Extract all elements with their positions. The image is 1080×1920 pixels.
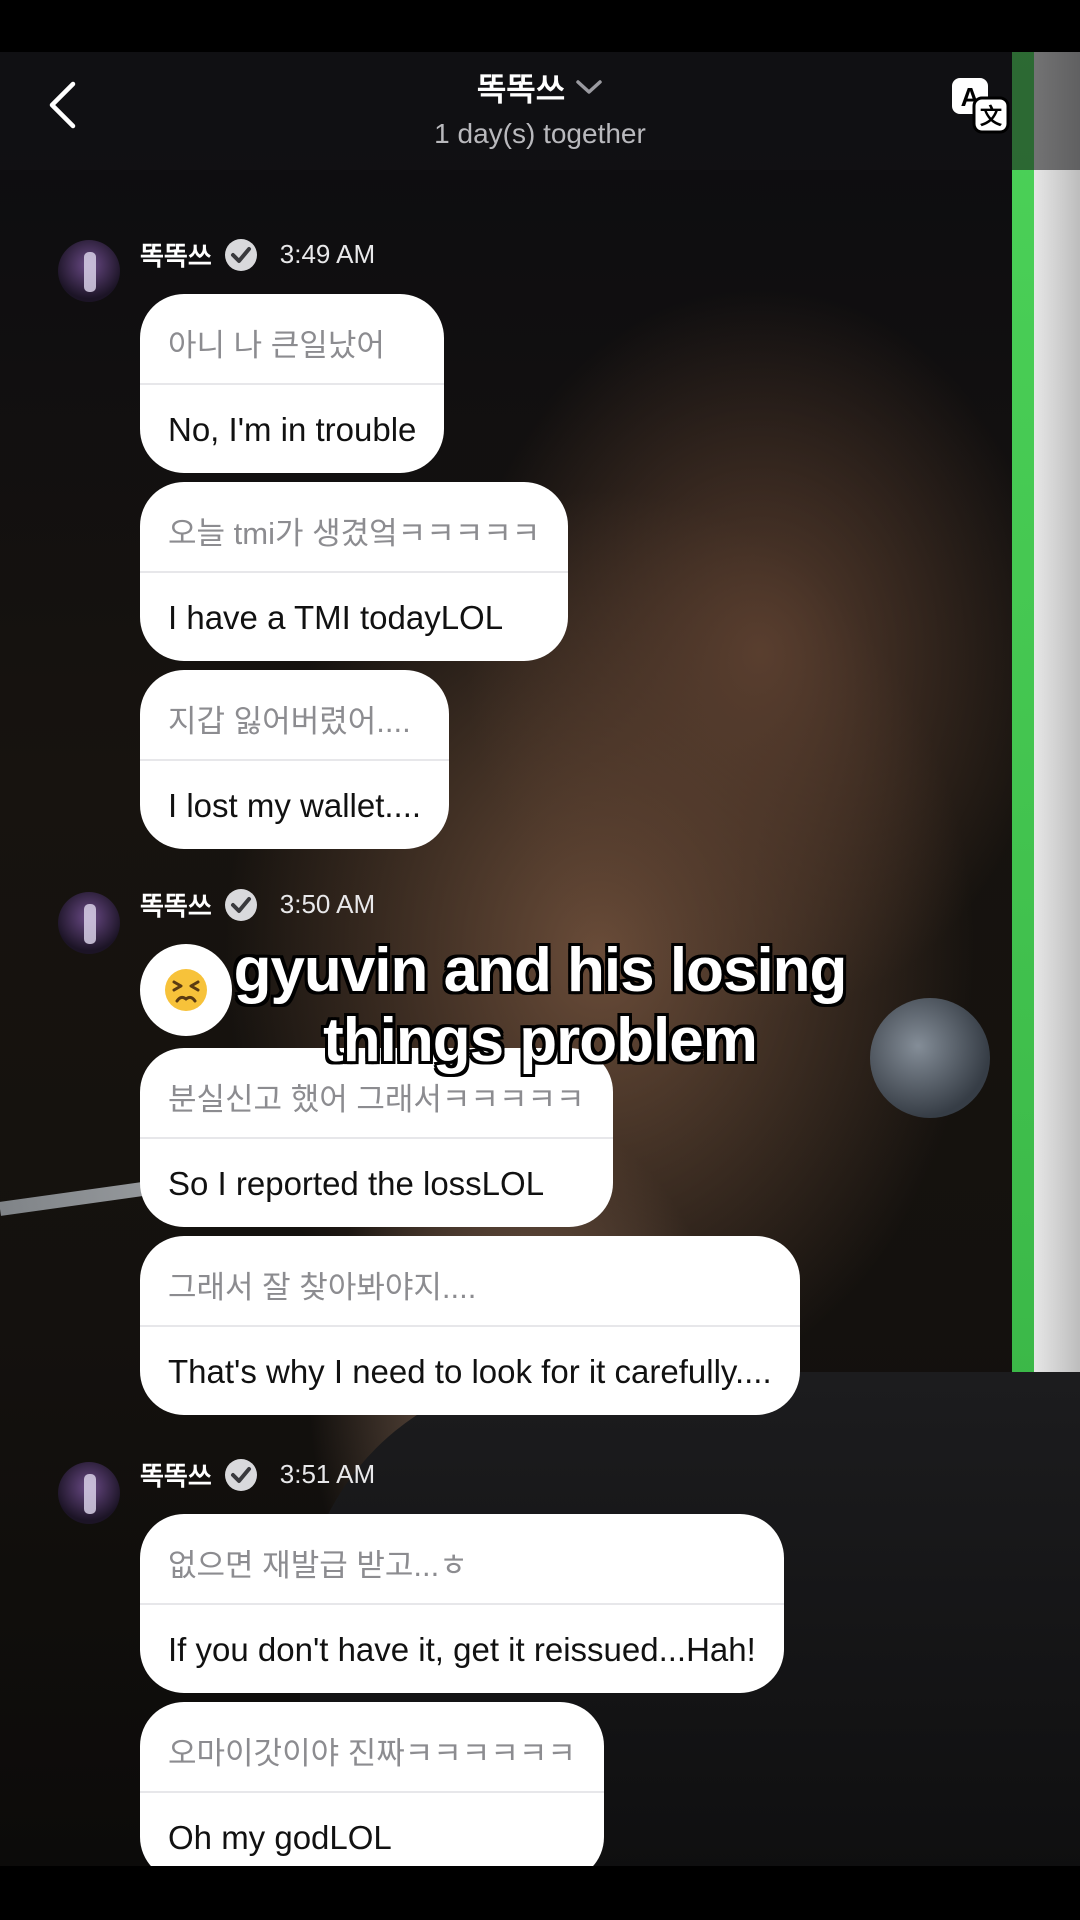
original-text: 오마이갓이야 진짜ㅋㅋㅋㅋㅋㅋ	[168, 1736, 576, 1771]
message-bubble[interactable]: 오마이갓이야 진짜ㅋㅋㅋㅋㅋㅋ Oh my godLOL	[140, 1702, 604, 1866]
status-bar-area	[0, 0, 1080, 52]
translated-text: That's why I need to look for it careful…	[168, 1353, 772, 1390]
verified-badge-icon	[224, 888, 257, 921]
bottom-bar-area	[0, 1866, 1080, 1920]
video-caption-overlay: gyuvin and his losing things problem	[233, 936, 848, 1075]
avatar[interactable]	[58, 240, 120, 302]
message-bubble[interactable]: 지갑 잃어버렸어.... I lost my wallet....	[140, 670, 450, 849]
original-text: 그래서 잘 찾아봐야지....	[168, 1270, 477, 1305]
translate-button[interactable]: A 文	[950, 76, 1010, 136]
chat-title: 똑똑쓰	[476, 71, 566, 107]
translated-text: If you don't have it, get it reissued...…	[168, 1631, 756, 1668]
chat-header: 똑똑쓰 1 day(s) together A 文	[0, 52, 1080, 170]
background-green-stripe	[1012, 52, 1034, 1482]
sender-row: 똑똑쓰 3:51 AM	[140, 1456, 375, 1493]
background-white-stripe	[1034, 52, 1080, 1482]
header-title-area[interactable]: 똑똑쓰 1 day(s) together	[0, 64, 1080, 150]
sender-name: 똑똑쓰	[140, 891, 212, 921]
original-text: 오늘 tmi가 생겼엌ㅋㅋㅋㅋㅋ	[168, 516, 541, 551]
chat-screen: 똑똑쓰 1 day(s) together A 文 똑똑쓰 3:49 AM 아니…	[0, 52, 1080, 1866]
message-time: 3:51 AM	[279, 1459, 376, 1489]
original-text: 지갑 잃어버렸어....	[168, 704, 411, 739]
translate-icon: A 文	[952, 78, 1010, 134]
chat-subtitle: 1 day(s) together	[434, 118, 646, 149]
message-bubble[interactable]: 오늘 tmi가 생겼엌ㅋㅋㅋㅋㅋ I have a TMI todayLOL	[140, 482, 569, 661]
translated-text: So I reported the lossLOL	[168, 1165, 545, 1202]
translated-text: I lost my wallet....	[168, 787, 422, 824]
sender-name: 똑똑쓰	[140, 1461, 212, 1491]
chevron-down-icon	[576, 80, 602, 94]
message-bubble[interactable]: 그래서 잘 찾아봐야지.... That's why I need to loo…	[140, 1236, 800, 1415]
avatar[interactable]	[58, 892, 120, 954]
original-text: 없으면 재발급 받고...ㅎ	[168, 1548, 468, 1583]
message-bubble[interactable]: 아니 나 큰일났어 No, I'm in trouble	[140, 294, 445, 473]
sender-row: 똑똑쓰 3:49 AM	[140, 236, 375, 273]
svg-text:文: 文	[980, 104, 1003, 130]
verified-badge-icon	[224, 1458, 257, 1491]
message-time: 3:50 AM	[279, 889, 376, 919]
translated-text: Oh my godLOL	[168, 1819, 392, 1856]
translated-text: No, I'm in trouble	[168, 411, 417, 448]
sender-row: 똑똑쓰 3:50 AM	[140, 886, 375, 923]
translated-text: I have a TMI todayLOL	[168, 599, 504, 636]
message-time: 3:49 AM	[279, 239, 376, 269]
sender-name: 똑똑쓰	[140, 241, 212, 271]
original-text: 아니 나 큰일났어	[168, 328, 385, 363]
avatar[interactable]	[58, 1462, 120, 1524]
verified-badge-icon	[224, 238, 257, 271]
message-bubble[interactable]: 없으면 재발급 받고...ㅎ If you don't have it, get…	[140, 1514, 784, 1693]
